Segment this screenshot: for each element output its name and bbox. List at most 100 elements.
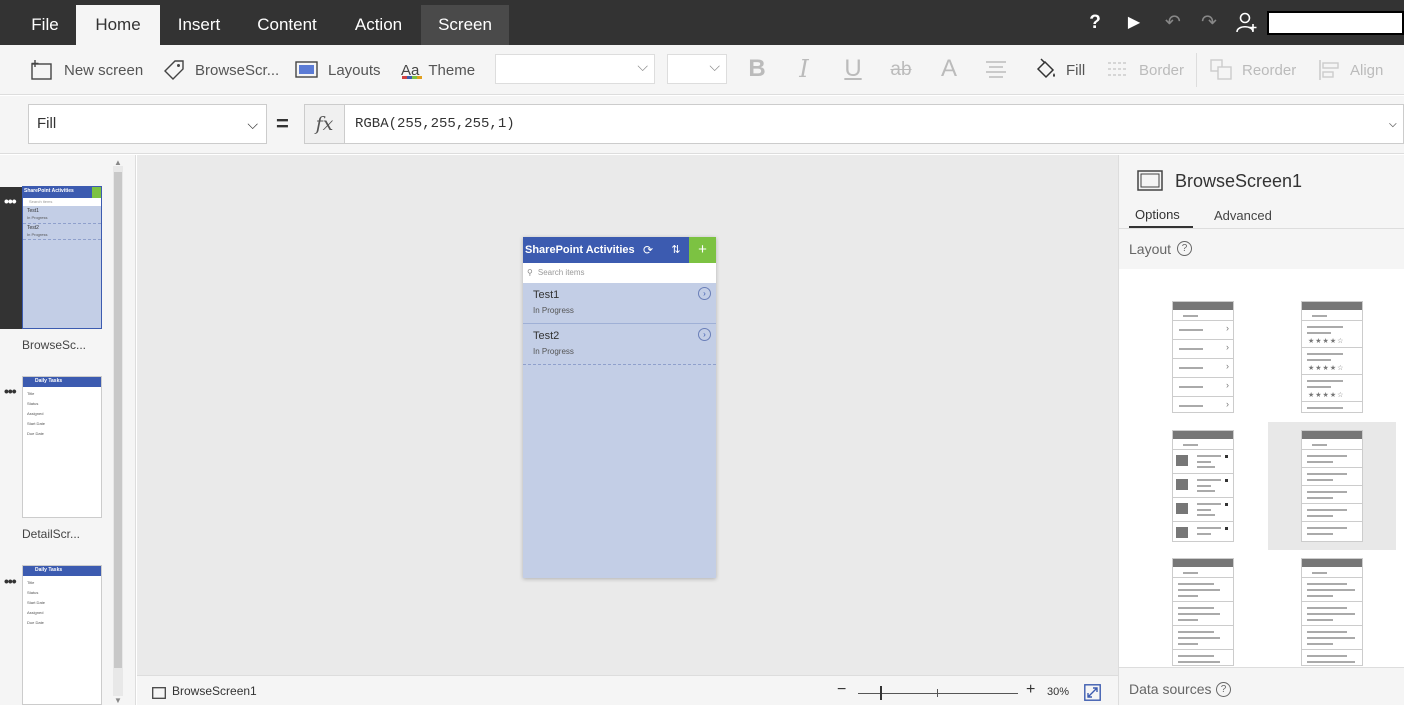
help-icon[interactable]: ? xyxy=(1216,682,1231,697)
tab-file[interactable]: File xyxy=(14,5,76,45)
chevron-right-icon[interactable]: › xyxy=(698,328,711,341)
text-align-icon[interactable] xyxy=(985,59,1007,81)
user-name-box[interactable] xyxy=(1267,11,1404,35)
zoom-slider-track[interactable] xyxy=(858,693,1018,694)
formula-input[interactable]: RGBA(255,255,255,1) ⌵ xyxy=(344,104,1404,144)
thumb-field: Start Date xyxy=(27,421,46,426)
search-input[interactable]: ⚲ Search items xyxy=(523,263,716,283)
scroll-down-icon[interactable]: ▼ xyxy=(113,696,123,705)
more-options-icon[interactable]: ••• xyxy=(4,193,17,209)
menu-bar: File Home Insert Content Action Screen ?… xyxy=(0,0,1404,45)
tab-options[interactable]: Options xyxy=(1135,207,1180,222)
phone-screen-preview[interactable]: SharePoint Activities ⟳ ⇅ + ⚲ Search item… xyxy=(523,237,716,578)
zoom-out-button[interactable]: − xyxy=(837,681,846,699)
property-select[interactable]: Fill ⌵ xyxy=(28,104,267,144)
tab-content[interactable]: Content xyxy=(238,5,336,45)
new-screen-label: New screen xyxy=(64,61,144,79)
screen-thumbnail-detail[interactable]: Daily Tasks Title Status Assigned Start … xyxy=(22,376,102,518)
align-button[interactable]: Align xyxy=(1318,45,1383,95)
thumb-field: Assigned xyxy=(27,610,44,615)
align-label: Align xyxy=(1350,61,1384,79)
tab-action[interactable]: Action xyxy=(336,5,421,45)
equals-sign: = xyxy=(276,111,289,136)
underline-button[interactable]: U xyxy=(840,55,866,83)
fit-to-window-icon[interactable] xyxy=(1084,684,1101,701)
screen-label-browse[interactable]: BrowseSc... xyxy=(22,338,86,352)
border-icon xyxy=(1108,62,1128,76)
chevron-right-icon[interactable]: › xyxy=(698,287,711,300)
status-bar: BrowseScreen1 − + 30% xyxy=(137,675,1118,705)
paint-bucket-icon xyxy=(1036,58,1055,79)
list-item[interactable]: Test1 In Progress › xyxy=(523,283,716,324)
tab-advanced[interactable]: Advanced xyxy=(1214,208,1272,223)
screens-scrollbar-thumb[interactable] xyxy=(114,172,122,668)
play-icon[interactable]: ▶ xyxy=(1124,12,1144,34)
strikethrough-button[interactable]: ab xyxy=(886,59,916,81)
layouts-icon xyxy=(295,61,318,78)
formula-bar: Fill ⌵ = fx RGBA(255,255,255,1) ⌵ xyxy=(0,96,1404,154)
undo-icon[interactable]: ↶ xyxy=(1162,12,1184,34)
font-size-button[interactable]: A xyxy=(936,55,962,83)
thumb-field: Status xyxy=(27,401,39,406)
property-value: Fill xyxy=(37,115,57,132)
more-options-icon[interactable]: ••• xyxy=(4,573,17,589)
refresh-icon[interactable]: ⟳ xyxy=(640,237,656,263)
tab-insert[interactable]: Insert xyxy=(160,5,238,45)
tab-home[interactable]: Home xyxy=(76,5,160,45)
font-size-select[interactable]: ⌵ xyxy=(667,54,727,84)
layout-option-title-subtitle[interactable] xyxy=(1172,558,1234,666)
tab-screen[interactable]: Screen xyxy=(421,5,509,45)
new-screen-button[interactable]: New screen xyxy=(30,45,143,95)
fx-icon[interactable]: fx xyxy=(304,104,345,144)
font-family-select[interactable]: ⌵ xyxy=(495,54,655,84)
bold-button[interactable]: B xyxy=(744,55,770,83)
screen-label-detail[interactable]: DetailScr... xyxy=(22,527,80,541)
redo-icon[interactable]: ↷ xyxy=(1198,12,1220,34)
thumb-item-sub: In Progress xyxy=(27,215,48,220)
border-button[interactable]: Border xyxy=(1107,45,1184,95)
layouts-button[interactable]: Layouts xyxy=(295,45,381,95)
chevron-down-icon[interactable]: ⌵ xyxy=(1389,105,1397,143)
thumb-add xyxy=(92,187,101,198)
italic-button[interactable]: I xyxy=(791,55,817,83)
thumb-field: Due Date xyxy=(27,431,44,436)
help-icon[interactable]: ? xyxy=(1085,12,1105,34)
help-icon[interactable]: ? xyxy=(1177,241,1192,256)
item-title: Test1 xyxy=(533,289,560,301)
zoom-in-button[interactable]: + xyxy=(1026,681,1035,699)
layout-option-list-arrows[interactable]: › › › › › xyxy=(1172,301,1234,413)
theme-color-strip xyxy=(402,76,422,79)
layout-option-text-multiline[interactable] xyxy=(1301,558,1363,666)
thumb-title: Daily Tasks xyxy=(35,378,63,384)
screen-thumbnail-browse[interactable]: SharePoint Activities Search items Test1… xyxy=(22,186,102,329)
chevron-down-icon: ⌵ xyxy=(637,58,648,74)
reorder-label: Reorder xyxy=(1242,61,1297,79)
selected-screen-title: BrowseScreen1 xyxy=(1175,171,1303,191)
sort-icon[interactable]: ⇅ xyxy=(668,237,684,263)
scroll-up-icon[interactable]: ▲ xyxy=(113,158,123,167)
layout-option-list-ratings[interactable]: ★★★★☆ ★★★★☆ ★★★★☆ xyxy=(1301,301,1363,413)
layout-option-list-images[interactable] xyxy=(1172,430,1234,542)
user-add-icon[interactable] xyxy=(1236,12,1258,34)
browse-screen-button[interactable]: BrowseScr... xyxy=(162,45,279,95)
screen-thumbnail-edit[interactable]: Daily Tasks Title Status Start Date Assi… xyxy=(22,565,102,705)
browse-screen-label: BrowseScr... xyxy=(195,61,280,79)
reorder-button[interactable]: Reorder xyxy=(1210,45,1296,95)
thumb-field: Title xyxy=(27,391,35,396)
layout-option-text-list[interactable] xyxy=(1301,430,1363,542)
data-sources-label[interactable]: Data sources xyxy=(1129,681,1211,697)
more-options-icon[interactable]: ••• xyxy=(4,383,17,399)
item-status: In Progress xyxy=(533,306,574,315)
list-item[interactable]: Test2 In Progress › xyxy=(523,324,716,365)
thumb-field: Due Date xyxy=(27,620,44,625)
theme-button[interactable]: Aa Theme xyxy=(401,45,475,95)
zoom-slider-handle[interactable] xyxy=(880,686,882,700)
ribbon-toolbar: New screen BrowseScr... Layouts Aa Theme… xyxy=(0,45,1404,95)
thumb-search: Search items xyxy=(23,198,101,206)
add-item-button[interactable]: + xyxy=(689,237,716,263)
thumb-divider xyxy=(23,223,101,224)
fill-button[interactable]: Fill xyxy=(1034,45,1085,95)
chevron-down-icon: ⌵ xyxy=(247,116,258,132)
layouts-label: Layouts xyxy=(328,61,381,79)
zoom-slider-tick xyxy=(937,689,938,697)
